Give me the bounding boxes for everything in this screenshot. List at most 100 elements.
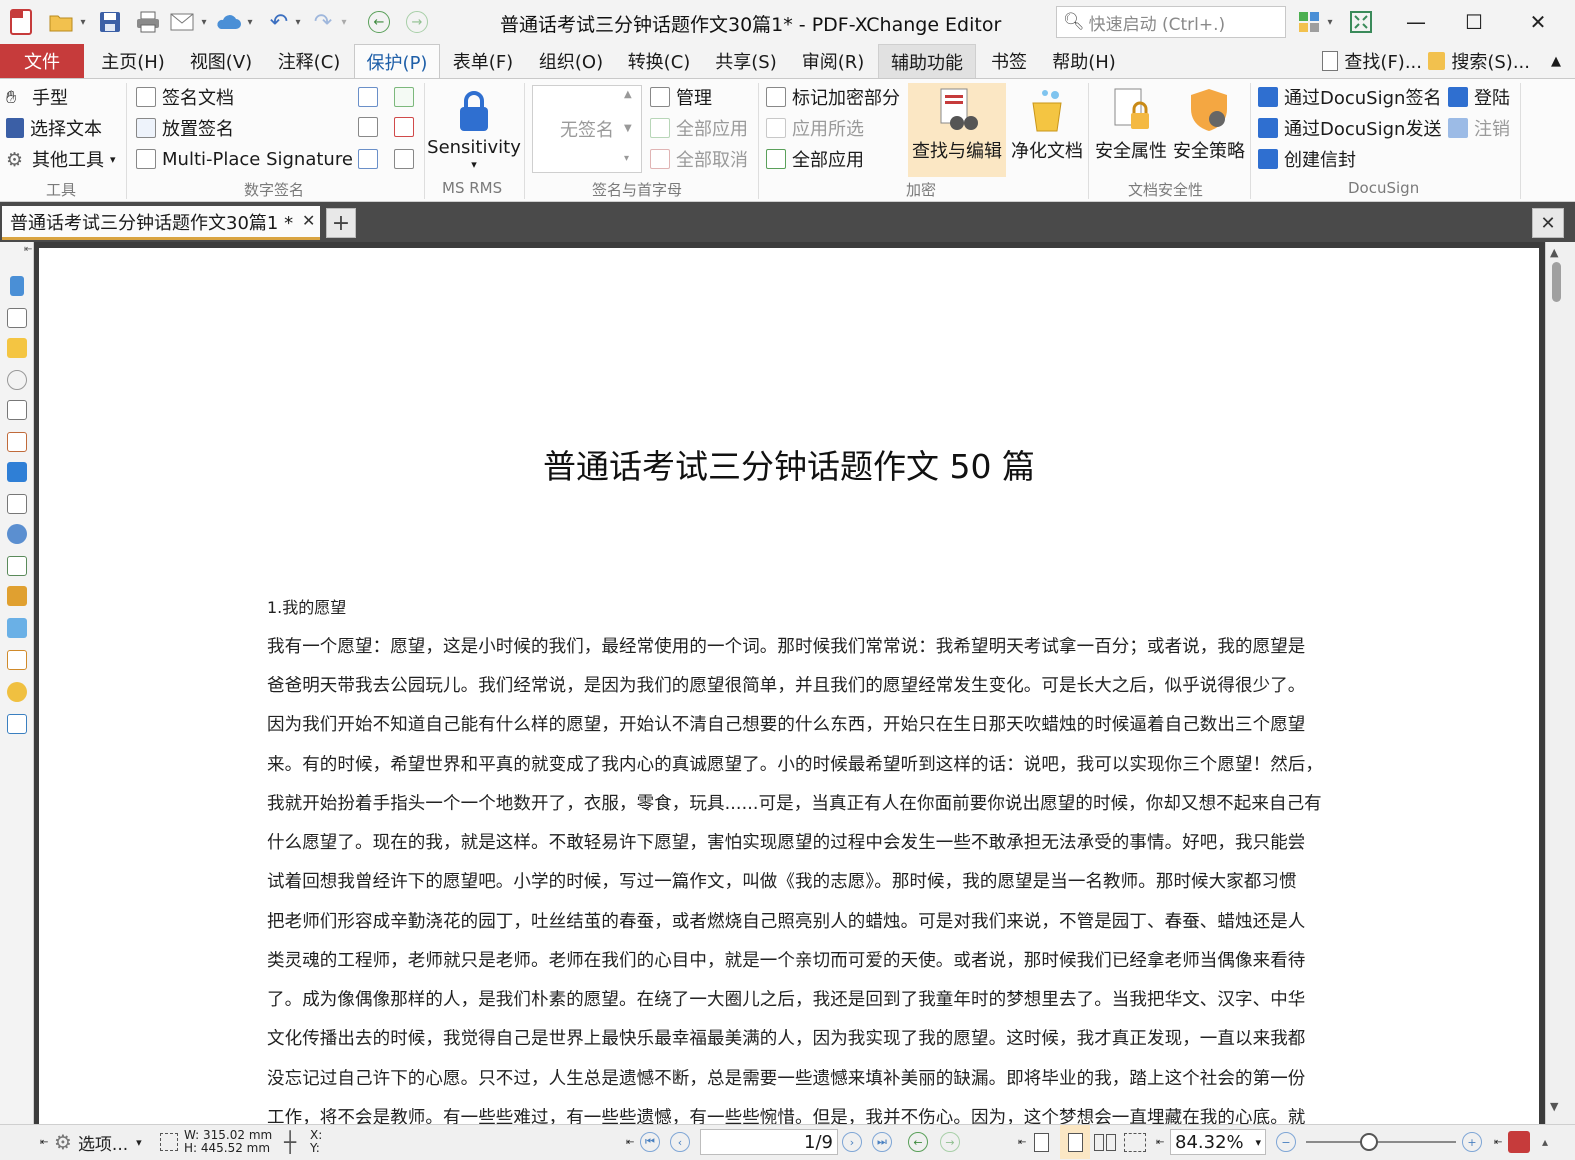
apply-all-redactions-button[interactable]: 全部应用 xyxy=(766,145,864,173)
hand-tool-button[interactable]: ✋︎ 手型 xyxy=(6,83,68,111)
page-number-input[interactable]: 1/9 xyxy=(700,1129,838,1155)
mark-redaction-button[interactable]: 标记加密部分 xyxy=(766,83,900,111)
destinations-icon[interactable] xyxy=(7,524,27,544)
expand-gallery-icon[interactable]: ▾ xyxy=(624,153,629,164)
tags-icon[interactable] xyxy=(7,618,27,638)
tab-home[interactable]: 主页(H) xyxy=(92,44,174,78)
zoom-out-button[interactable]: − xyxy=(1276,1125,1296,1159)
redo-dropdown-chevron-icon[interactable]: ▾ xyxy=(338,8,350,36)
close-window-button[interactable]: ✕ xyxy=(1510,4,1566,40)
email-dropdown-chevron-icon[interactable]: ▾ xyxy=(198,8,210,36)
timestamp-icon[interactable] xyxy=(358,149,378,169)
docusign-send-button[interactable]: 通过DocuSign发送 xyxy=(1258,114,1441,142)
continuous-view-icon[interactable] xyxy=(1060,1125,1090,1159)
comments-icon[interactable] xyxy=(7,338,27,358)
apply-selected-button[interactable]: 应用所选 xyxy=(766,114,864,142)
pages-thumbnail-icon[interactable] xyxy=(7,308,27,328)
tab-view[interactable]: 视图(V) xyxy=(180,44,262,78)
email-icon[interactable] xyxy=(168,8,196,36)
back-nav-icon[interactable]: ← xyxy=(366,8,392,36)
save-icon[interactable] xyxy=(96,8,124,36)
forward-view-button[interactable]: → xyxy=(940,1125,960,1159)
zoom-slider-handle[interactable] xyxy=(1360,1133,1378,1151)
two-page-view-icon[interactable] xyxy=(1094,1125,1116,1159)
signature-properties-icon[interactable] xyxy=(358,117,378,137)
text-content-icon[interactable] xyxy=(7,494,27,514)
sensitivity-button[interactable]: Sensitivity ▾ xyxy=(427,83,521,177)
tab-forms[interactable]: 表单(F) xyxy=(444,44,522,78)
statusbar-expand-icon[interactable]: ▴ xyxy=(1542,1125,1548,1159)
scroll-down-icon[interactable]: ▼ xyxy=(624,123,632,134)
order-icon[interactable] xyxy=(7,650,27,670)
tab-accessibility[interactable]: 辅助功能 xyxy=(878,44,976,78)
links-icon[interactable] xyxy=(7,586,27,606)
sanitize-document-button[interactable]: 净化文档 xyxy=(1008,83,1086,177)
validate-signature-icon[interactable] xyxy=(358,167,378,187)
scroll-up-arrow-icon[interactable]: ▲ xyxy=(1550,246,1558,259)
maximize-button[interactable]: ☐ xyxy=(1446,4,1502,40)
first-page-button[interactable]: ⏮ xyxy=(640,1125,660,1159)
back-view-button[interactable]: ← xyxy=(908,1125,928,1159)
tab-protect[interactable]: 保护(P) xyxy=(354,44,440,78)
statusbar-collapse-icon[interactable]: ⇤ xyxy=(40,1125,48,1159)
options-button[interactable]: ⚙ 选项... ▾ xyxy=(54,1125,142,1159)
place-signature-button[interactable]: 放置签名 xyxy=(136,114,234,142)
reading-order-icon[interactable] xyxy=(7,714,27,734)
docusign-logout-button[interactable]: 注销 xyxy=(1448,114,1510,142)
cloud-dropdown-chevron-icon[interactable]: ▾ xyxy=(244,8,256,36)
sign-document-button[interactable]: 签名文档 xyxy=(136,83,234,111)
manage-signatures-button[interactable]: 管理 xyxy=(650,83,712,111)
fullscreen-icon[interactable] xyxy=(1348,8,1374,36)
tab-bookmarks[interactable]: 书签 xyxy=(982,44,1036,78)
docusign-login-button[interactable]: 登陆 xyxy=(1448,83,1510,111)
last-page-button[interactable]: ⏭ xyxy=(872,1125,892,1159)
vertical-scrollbar[interactable]: ▲ ▼ xyxy=(1545,242,1567,1124)
open-folder-icon[interactable] xyxy=(46,8,76,36)
document-tab[interactable]: 普通话考试三分钟话题作文30篇1 * ✕ xyxy=(2,206,320,240)
validate-all-icon[interactable] xyxy=(394,87,414,107)
redo-icon[interactable]: ↷ xyxy=(310,8,336,36)
collapse-sidebar-icon[interactable]: ⇤ xyxy=(24,244,32,255)
app-logo-icon[interactable] xyxy=(6,8,36,36)
zoom-level-select[interactable]: 84.32% ▾ xyxy=(1170,1129,1266,1155)
document-viewport[interactable]: 普通话考试三分钟话题作文 50 篇 1.我的愿望 我有一个愿望：愿望，这是小时候… xyxy=(34,242,1545,1124)
signature-settings-icon[interactable] xyxy=(394,149,414,169)
other-tools-button[interactable]: ⚙ 其他工具 ▾ xyxy=(6,145,116,173)
close-document-button[interactable]: ✕ xyxy=(1532,208,1564,238)
collapse-ribbon-icon[interactable]: ▲ xyxy=(1542,44,1570,78)
security-policy-button[interactable]: 安全策略 xyxy=(1170,83,1248,177)
close-tab-icon[interactable]: ✕ xyxy=(302,211,315,230)
clear-signature-icon[interactable] xyxy=(394,117,414,137)
accessibility-check-icon[interactable] xyxy=(7,682,27,702)
find-and-redact-button[interactable]: 查找与编辑 xyxy=(908,83,1006,177)
docusign-sign-button[interactable]: 通过DocuSign签名 xyxy=(1258,83,1441,111)
bookmark-icon[interactable] xyxy=(10,276,24,296)
find-button[interactable]: 查找(F)... xyxy=(1322,44,1422,78)
pdf-logo-icon[interactable] xyxy=(1508,1125,1530,1159)
layers-icon[interactable] xyxy=(7,462,27,482)
create-envelope-button[interactable]: 创建信封 xyxy=(1258,145,1356,173)
multi-place-signature-button[interactable]: Multi-Place Signature xyxy=(136,145,353,173)
undo-dropdown-chevron-icon[interactable]: ▾ xyxy=(292,8,304,36)
cloud-upload-icon[interactable] xyxy=(214,8,242,36)
zoom-collapse-icon[interactable]: ⇤ xyxy=(1156,1125,1164,1159)
tab-review[interactable]: 审阅(R) xyxy=(794,44,872,78)
structure-icon[interactable] xyxy=(7,556,27,576)
scroll-down-arrow-icon[interactable]: ▼ xyxy=(1550,1100,1558,1113)
pdf-page[interactable]: 普通话考试三分钟话题作文 50 篇 1.我的愿望 我有一个愿望：愿望，这是小时候… xyxy=(39,248,1539,1124)
select-text-button[interactable]: 选择文本 xyxy=(6,114,102,142)
undo-icon[interactable]: ↶ xyxy=(266,8,292,36)
quick-launch-input[interactable]: 🔍︎ 快速启动 (Ctrl+.) xyxy=(1056,6,1286,38)
layout-collapse-icon[interactable]: ⇤ xyxy=(1018,1125,1026,1159)
acrobat-collapse-icon[interactable]: ⇤ xyxy=(1494,1125,1502,1159)
search-button[interactable]: 搜索(S)... xyxy=(1428,44,1530,78)
minimize-button[interactable]: — xyxy=(1388,4,1444,40)
attachment-icon[interactable] xyxy=(7,370,27,390)
tab-file[interactable]: 文件 xyxy=(0,44,84,78)
certify-document-icon[interactable] xyxy=(358,87,378,107)
scrollbar-thumb[interactable] xyxy=(1552,262,1561,302)
two-page-continuous-icon[interactable] xyxy=(1124,1125,1146,1159)
single-page-view-icon[interactable] xyxy=(1034,1125,1049,1159)
customize-ui-icon[interactable] xyxy=(1296,8,1322,36)
zoom-slider-track[interactable] xyxy=(1306,1141,1456,1143)
